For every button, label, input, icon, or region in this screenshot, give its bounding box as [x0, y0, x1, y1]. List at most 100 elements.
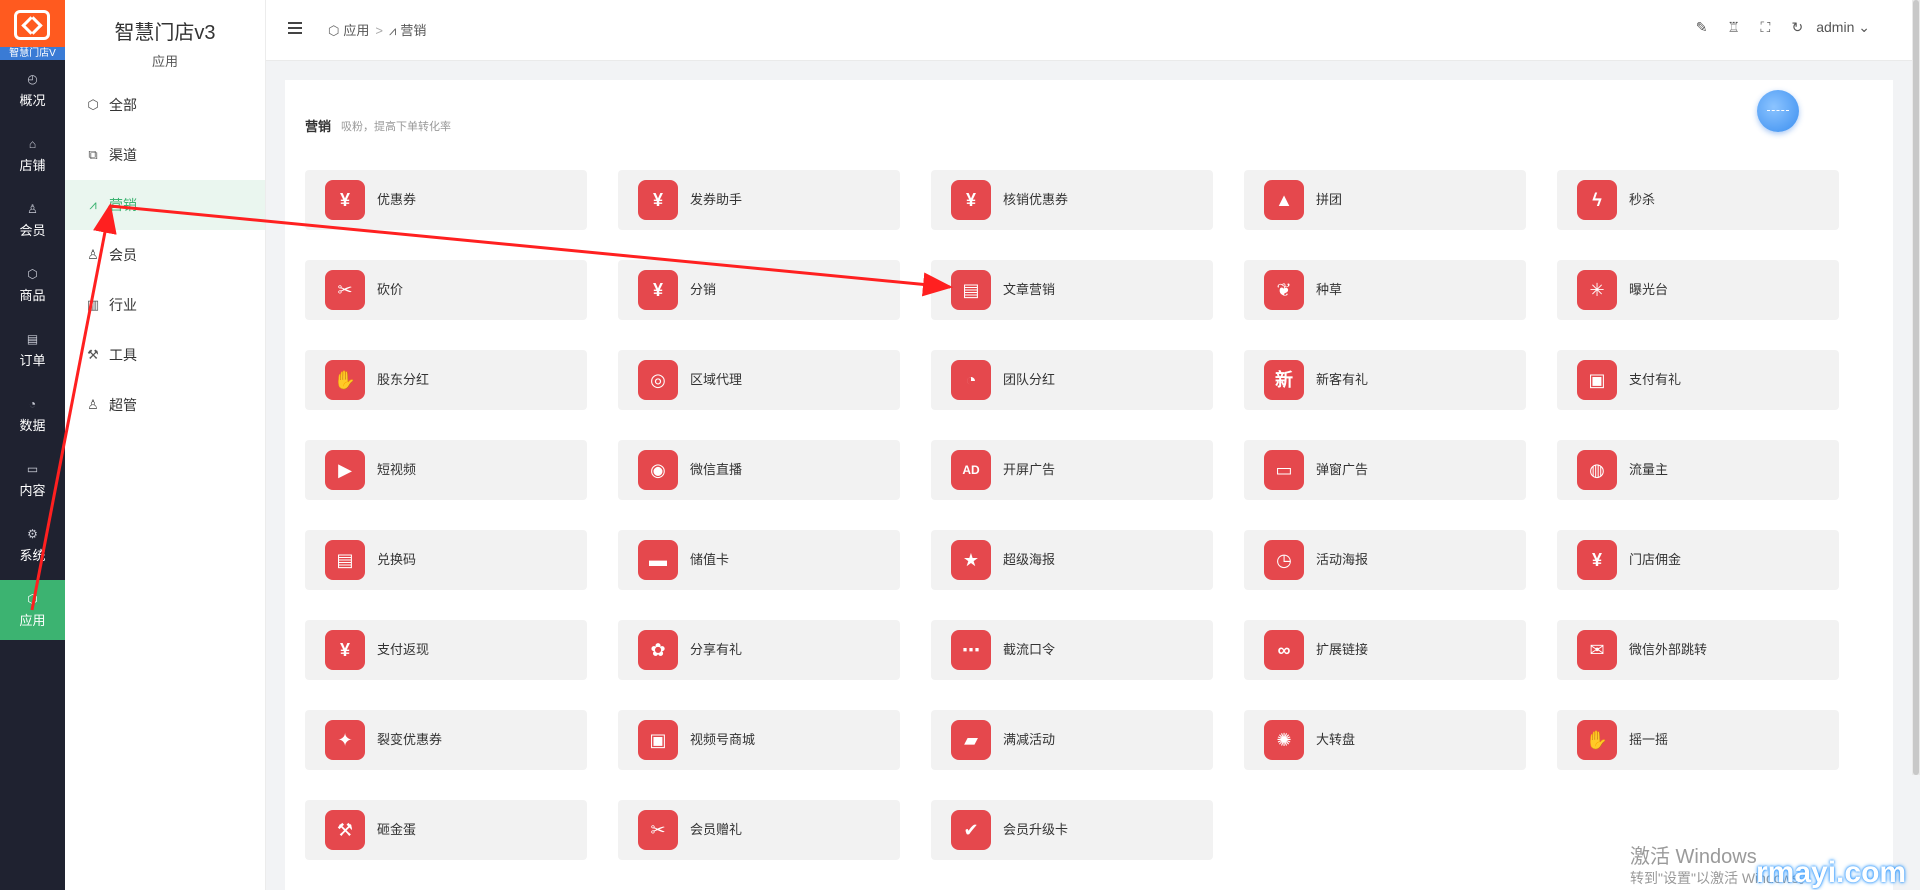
rail-item-order[interactable]: ▤ 订单 — [0, 320, 65, 380]
marketing-icon: ⩘ — [388, 23, 397, 38]
app-tile[interactable]: ▣ 视频号商城 — [618, 710, 900, 770]
app-tile[interactable]: ✉ 微信外部跳转 — [1557, 620, 1839, 680]
app-tile[interactable]: ✳ 曝光台 — [1557, 260, 1839, 320]
app-tile[interactable]: ❦ 种草 — [1244, 260, 1526, 320]
app-tile-label: 超级海报 — [1003, 552, 1056, 567]
app-tile[interactable]: ⋯ 截流口令 — [931, 620, 1213, 680]
app-tile[interactable]: ◉ 微信直播 — [618, 440, 900, 500]
commission-icon: ¥ — [1577, 540, 1617, 580]
app-tile[interactable]: ▬ 储值卡 — [618, 530, 900, 590]
group-buy-icon: ▲ — [1264, 180, 1304, 220]
app-tile-label: 发券助手 — [690, 192, 743, 207]
sidebar-item-tools[interactable]: ⚒ 工具 — [65, 330, 265, 380]
app-tile[interactable]: ✔ 会员升级卡 — [931, 800, 1213, 860]
app-tile[interactable]: ¥ 支付返现 — [305, 620, 587, 680]
app-tile[interactable]: ◷ 活动海报 — [1244, 530, 1526, 590]
app-tile-label: 砸金蛋 — [377, 822, 417, 837]
app-tile[interactable]: ∞ 扩展链接 — [1244, 620, 1526, 680]
sidebar-item-all[interactable]: ⬡ 全部 — [65, 80, 265, 130]
user-menu[interactable]: admin — [1816, 19, 1854, 35]
app-tile[interactable]: ▤ 文章营销 — [931, 260, 1213, 320]
rail-item-content[interactable]: ▭ 内容 — [0, 450, 65, 510]
chevron-down-icon[interactable]: ⌄ — [1858, 19, 1870, 35]
sidebar-item-channel[interactable]: ⧉ 渠道 — [65, 130, 265, 180]
sidebar-item-superadmin[interactable]: ♙ 超管 — [65, 380, 265, 430]
app-tile[interactable]: ⚒ 砸金蛋 — [305, 800, 587, 860]
app-tile[interactable]: ◍ 流量主 — [1557, 440, 1839, 500]
discount-icon: ▰ — [951, 720, 991, 760]
page-scrollbar[interactable] — [1912, 0, 1920, 775]
rail-item-member[interactable]: ♙ 会员 — [0, 190, 65, 250]
app-tile[interactable]: ▲ 拼团 — [1244, 170, 1526, 230]
user-icon: ♙ — [27, 202, 38, 216]
app-tile[interactable]: ¥ 发券助手 — [618, 170, 900, 230]
app-tile-label: 曝光台 — [1629, 282, 1669, 297]
refresh-icon[interactable]: ↻ — [1788, 19, 1806, 36]
scrollbar-thumb[interactable] — [1913, 0, 1919, 775]
app-tile[interactable]: 新新客有礼 — [1244, 350, 1526, 410]
sidebar-item-label: 会员 — [109, 247, 137, 263]
floating-assistant-button[interactable] — [1757, 90, 1799, 132]
sprout-icon: ❦ — [1264, 270, 1304, 310]
rail-item-goods[interactable]: ⬡ 商品 — [0, 255, 65, 315]
secondary-sidebar: 智慧门店v3 应用 ⬡ 全部 ⧉ 渠道 ⩘ 营销 ♙ 会员 ▥ 行业 ⚒ 工具 ♙ 超管 — [65, 0, 266, 890]
app-tile[interactable]: ▣ 支付有礼 — [1557, 350, 1839, 410]
app-tile[interactable]: ✂ 砍价 — [305, 260, 587, 320]
app-tile[interactable]: ¥ 分销 — [618, 260, 900, 320]
ad-icon: AD — [951, 450, 991, 490]
rail-item-apps[interactable]: ⬡ 应用 — [0, 580, 65, 640]
app-tile-label: 开屏广告 — [1003, 462, 1056, 477]
rail-item-label: 系统 — [19, 548, 46, 563]
rail-item-overview[interactable]: ◴ 概况 — [0, 60, 65, 120]
app-tile[interactable]: ▰ 满减活动 — [931, 710, 1213, 770]
link-icon: ∞ — [1264, 630, 1304, 670]
app-tile-label: 视频号商城 — [690, 732, 756, 747]
coupon-verify-icon: ¥ — [951, 180, 991, 220]
app-tile[interactable]: ▤ 兑换码 — [305, 530, 587, 590]
section-title: 营销 — [305, 119, 332, 134]
app-tile[interactable]: ✺ 大转盘 — [1244, 710, 1526, 770]
app-tile-label: 裂变优惠券 — [377, 732, 443, 747]
app-tile[interactable]: ◎ 区域代理 — [618, 350, 900, 410]
app-tile-label: 摇一摇 — [1629, 732, 1669, 747]
shirt-icon[interactable]: ♖ — [1725, 19, 1743, 36]
app-tile[interactable]: ✋ 股东分红 — [305, 350, 587, 410]
app-tile[interactable]: ✦ 裂变优惠券 — [305, 710, 587, 770]
live-icon: ◉ — [638, 450, 678, 490]
rail-item-data[interactable]: ◔ 数据 — [0, 385, 65, 445]
video-icon: ▶ — [325, 450, 365, 490]
breadcrumb-apps[interactable]: 应用 — [343, 23, 369, 38]
rail-item-system[interactable]: ⚙ 系统 — [0, 515, 65, 575]
app-tile-label: 满减活动 — [1003, 732, 1056, 747]
content-card: 营销 吸粉，提高下单转化率 ¥ 优惠券 ¥ 发券助手 ¥ 核销优惠券 ▲ 拼团 ϟ 秒杀 ✂ 砍价 ¥ 分… — [285, 80, 1893, 890]
menu-toggle-icon[interactable] — [288, 22, 302, 34]
sidebar-item-member[interactable]: ♙ 会员 — [65, 230, 265, 280]
app-tile-label: 秒杀 — [1629, 192, 1656, 207]
app-tile[interactable]: ✂ 会员赠礼 — [618, 800, 900, 860]
app-tile[interactable]: ¥ 门店佣金 — [1557, 530, 1839, 590]
sidebar-item-label: 全部 — [109, 97, 137, 113]
channel-icon: ⧉ — [88, 147, 98, 162]
share-gift-icon: ✿ — [638, 630, 678, 670]
app-tile[interactable]: ▭ 弹窗广告 — [1244, 440, 1526, 500]
app-tile[interactable]: AD 开屏广告 — [931, 440, 1213, 500]
egg-icon: ⚒ — [325, 810, 365, 850]
app-tile[interactable]: ϟ 秒杀 — [1557, 170, 1839, 230]
card-icon: ▬ — [638, 540, 678, 580]
sidebar-item-label: 工具 — [109, 347, 137, 363]
rail-item-label: 店铺 — [19, 158, 46, 173]
app-tile[interactable]: ✋ 摇一摇 — [1557, 710, 1839, 770]
brush-icon[interactable]: ✎ — [1693, 19, 1711, 36]
app-tile[interactable]: ▶ 短视频 — [305, 440, 587, 500]
sidebar-item-industry[interactable]: ▥ 行业 — [65, 280, 265, 330]
app-tile[interactable]: ◔ 团队分红 — [931, 350, 1213, 410]
fullscreen-icon[interactable]: ⛶ — [1756, 19, 1774, 36]
order-icon: ▤ — [26, 332, 39, 346]
app-tile[interactable]: ★ 超级海报 — [931, 530, 1213, 590]
app-tile[interactable]: ¥ 核销优惠券 — [931, 170, 1213, 230]
sidebar-item-marketing[interactable]: ⩘ 营销 — [65, 180, 265, 230]
app-tile[interactable]: ¥ 优惠券 — [305, 170, 587, 230]
app-tile-label: 区域代理 — [690, 372, 743, 387]
app-tile[interactable]: ✿ 分享有礼 — [618, 620, 900, 680]
rail-item-store[interactable]: ⌂ 店铺 — [0, 125, 65, 185]
